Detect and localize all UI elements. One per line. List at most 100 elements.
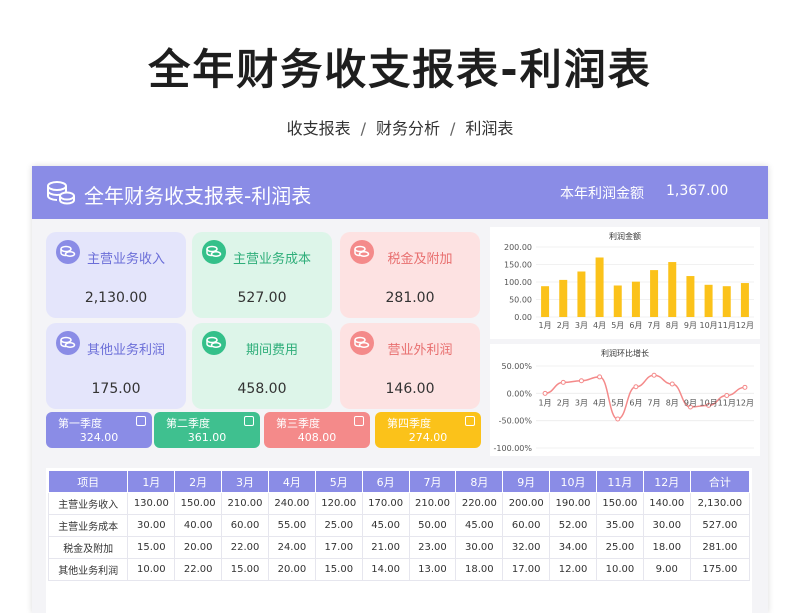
table-cell: 150.00 — [595, 492, 644, 515]
bar — [686, 276, 695, 317]
kpi-card: 营业外利润 146.00 — [340, 323, 480, 409]
breadcrumb-separator: / — [450, 119, 456, 138]
breadcrumb: 收支报表 / 财务分析 / 利润表 — [0, 115, 800, 139]
kpi-value: 146.00 — [385, 381, 435, 397]
table-cell: 税金及附加 — [47, 536, 129, 559]
table-header-row: 项目 1月 2月 3月 4月 5月 6月 7月 8月 9月 10月 11月 12月 合计 — [47, 470, 751, 493]
table-cell: 22.00 — [221, 536, 269, 559]
x-tick-label: 9月 — [684, 398, 697, 407]
kpi-label: 主营业务收入 — [86, 252, 165, 267]
y-tick-label: 100.00 — [504, 278, 532, 287]
table-row: 主营业务成本 30.00 40.00 60.00 55.00 25.00 45.00 50.0… — [47, 514, 751, 537]
table-cell: 21.00 — [361, 536, 410, 559]
breadcrumb-item[interactable]: 财务分析 — [376, 119, 440, 138]
profit-bar-chart: 利润金额 200.00 150.00 100.00 50.00 0.00 1月 2月 3月 4月 5… — [490, 227, 760, 339]
table-cell: 25.00 — [595, 536, 644, 559]
calendar-icon — [136, 416, 146, 426]
table-cell: 32.00 — [502, 536, 551, 559]
table-cell: 35.00 — [595, 514, 644, 537]
series-line — [544, 374, 745, 420]
column-header: 8月 — [455, 470, 504, 493]
profit-table: 项目 1月 2月 3月 4月 5月 6月 7月 8月 9月 10月 11月 12月 合计 主营业务收入 13… — [46, 468, 752, 613]
profit-growth-line-chart: 利润环比增长 50.00% 0.00% -50.00% -100.00% 1月 2月 3月 4月… — [490, 344, 760, 456]
table-cell: 15.00 — [221, 558, 269, 581]
kpi-label: 主营业务成本 — [232, 252, 311, 267]
quarter-label: 第三季度 — [276, 417, 320, 430]
quarter-value: 408.00 — [297, 431, 337, 444]
quarter-tile[interactable]: 第一季度 324.00 — [46, 412, 152, 448]
x-tick-label: 7月 — [648, 398, 661, 407]
quarter-tile[interactable]: 第三季度 408.00 — [264, 412, 370, 448]
breadcrumb-item[interactable]: 利润表 — [465, 119, 513, 138]
data-point — [597, 374, 603, 380]
kpi-card: 其他业务利润 175.00 — [46, 323, 186, 409]
data-point — [724, 393, 730, 399]
x-tick-label: 6月 — [629, 321, 642, 330]
quarter-value: 274.00 — [408, 431, 448, 444]
column-header: 4月 — [267, 470, 316, 493]
bar — [631, 281, 640, 317]
kpi-card: 主营业务收入 2,130.00 — [46, 232, 186, 318]
x-tick-label: 5月 — [611, 321, 624, 330]
kpi-card: 主营业务成本 527.00 — [192, 232, 332, 318]
table-cell: 主营业务收入 — [47, 492, 129, 515]
x-tick-label: 11月 — [718, 398, 736, 407]
table-cell: 175.00 — [689, 558, 751, 581]
data-point — [633, 384, 639, 390]
table-cell: 190.00 — [549, 492, 597, 515]
table-cell: 2,130.00 — [689, 492, 751, 515]
kpi-card: 税金及附加 281.00 — [340, 232, 480, 318]
table-row: 主营业务收入 130.00 150.00 210.00 240.00 120.00 170.… — [47, 492, 751, 515]
table-cell: 24.00 — [267, 536, 316, 559]
data-point — [560, 379, 566, 385]
table-cell: 20.00 — [267, 558, 316, 581]
table-cell: 22.00 — [174, 558, 223, 581]
column-header: 5月 — [314, 470, 363, 493]
quarter-label: 第四季度 — [387, 417, 431, 430]
quarter-label: 第二季度 — [166, 417, 210, 430]
bar — [541, 286, 550, 317]
x-tick-label: 10月 — [699, 398, 717, 407]
y-tick-label: 200.00 — [504, 243, 532, 252]
quarter-label: 第一季度 — [58, 417, 102, 430]
quarter-tile[interactable]: 第四季度 274.00 — [375, 412, 481, 448]
report-title: 全年财务收支报表-利润表 — [84, 184, 312, 208]
y-tick-label: 0.00 — [514, 313, 532, 322]
table-cell: 15.00 — [314, 558, 363, 581]
page-title: 全年财务收支报表-利润表 — [148, 45, 652, 94]
table-cell: 34.00 — [549, 536, 597, 559]
table-cell: 25.00 — [314, 514, 363, 537]
y-tick-label: 150.00 — [504, 261, 532, 270]
x-tick-label: 3月 — [575, 398, 588, 407]
table-cell: 210.00 — [221, 492, 269, 515]
table-cell: 40.00 — [174, 514, 223, 537]
table-cell: 10.00 — [127, 558, 176, 581]
bar — [613, 285, 622, 317]
column-header: 合计 — [689, 470, 751, 493]
column-header: 2月 — [174, 470, 223, 493]
column-header: 6月 — [361, 470, 410, 493]
bar — [668, 262, 677, 317]
quarter-tile[interactable]: 第二季度 361.00 — [154, 412, 260, 448]
x-tick-label: 10月 — [699, 321, 717, 330]
column-header: 9月 — [502, 470, 551, 493]
table-cell: 18.00 — [455, 558, 504, 581]
annual-profit-label: 本年利润金额 — [560, 186, 644, 202]
breadcrumb-item[interactable]: 收支报表 — [287, 119, 351, 138]
column-header: 1月 — [127, 470, 176, 493]
kpi-value: 458.00 — [237, 381, 287, 397]
table-cell: 23.00 — [408, 536, 457, 559]
kpi-value: 175.00 — [91, 381, 141, 397]
table-cell: 130.00 — [127, 492, 176, 515]
data-point — [742, 384, 748, 390]
table-cell: 12.00 — [549, 558, 597, 581]
column-header: 项目 — [47, 470, 129, 493]
annual-profit-value: 1,367.00 — [666, 183, 729, 199]
kpi-label: 营业外利润 — [387, 343, 453, 358]
y-tick-label: 0.00% — [507, 389, 533, 398]
table-cell: 55.00 — [267, 514, 316, 537]
chart-title: 利润金额 — [609, 231, 641, 241]
table-row: 税金及附加 15.00 20.00 22.00 24.00 17.00 21.00 23.00… — [47, 536, 751, 559]
column-header: 3月 — [221, 470, 269, 493]
x-tick-label: 7月 — [648, 321, 661, 330]
